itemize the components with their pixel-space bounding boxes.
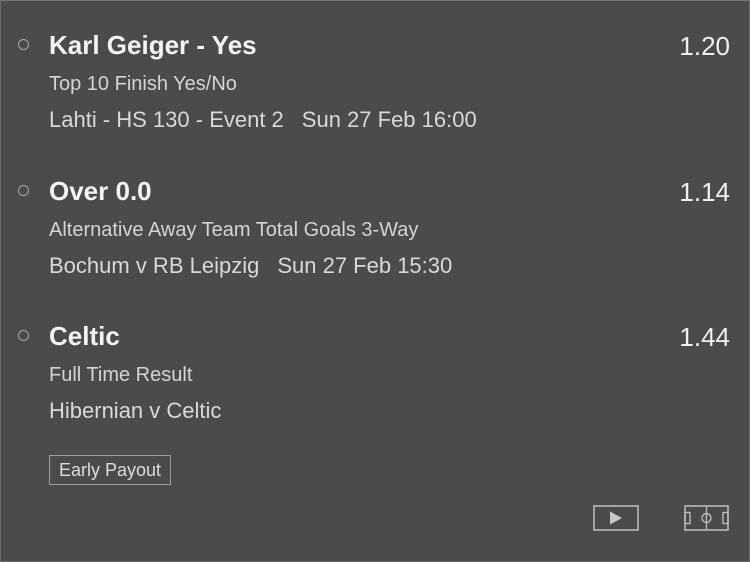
event-name: Hibernian v Celtic <box>49 398 222 423</box>
match-pitch-button[interactable] <box>684 505 729 531</box>
match-pitch-icon <box>684 505 729 531</box>
selection-status-icon <box>18 185 29 196</box>
event-time: Sun 27 Feb 15:30 <box>277 253 453 278</box>
selection-odds: 1.20 <box>679 31 730 61</box>
play-video-icon <box>593 505 639 531</box>
event-info: Hibernian v Celtic <box>49 398 221 424</box>
event-name: Bochum v RB Leipzig <box>49 253 260 278</box>
market-name: Full Time Result <box>49 364 193 386</box>
selection-name: Karl Geiger - Yes <box>49 30 257 60</box>
bet-card: Karl Geiger - Yes 1.20 Top 10 Finish Yes… <box>0 0 750 562</box>
early-payout-badge: Early Payout <box>49 455 172 485</box>
event-name: Lahti - HS 130 - Event 2 <box>49 107 284 132</box>
event-info: Bochum v RB Leipzig Sun 27 Feb 15:30 <box>49 253 452 279</box>
selection-odds: 1.14 <box>679 177 730 207</box>
play-video-button[interactable] <box>593 505 639 531</box>
selection-name: Celtic <box>49 321 120 351</box>
selection-status-icon <box>18 330 29 341</box>
event-time: Sun 27 Feb 16:00 <box>301 107 477 132</box>
market-name: Top 10 Finish Yes/No <box>49 73 237 95</box>
selection-name: Over 0.0 <box>49 176 152 206</box>
market-name: Alternative Away Team Total Goals 3-Way <box>49 219 419 241</box>
selection-status-icon <box>18 39 29 50</box>
event-info: Lahti - HS 130 - Event 2 Sun 27 Feb 16:00 <box>49 107 477 133</box>
selection-odds: 1.44 <box>679 322 730 352</box>
